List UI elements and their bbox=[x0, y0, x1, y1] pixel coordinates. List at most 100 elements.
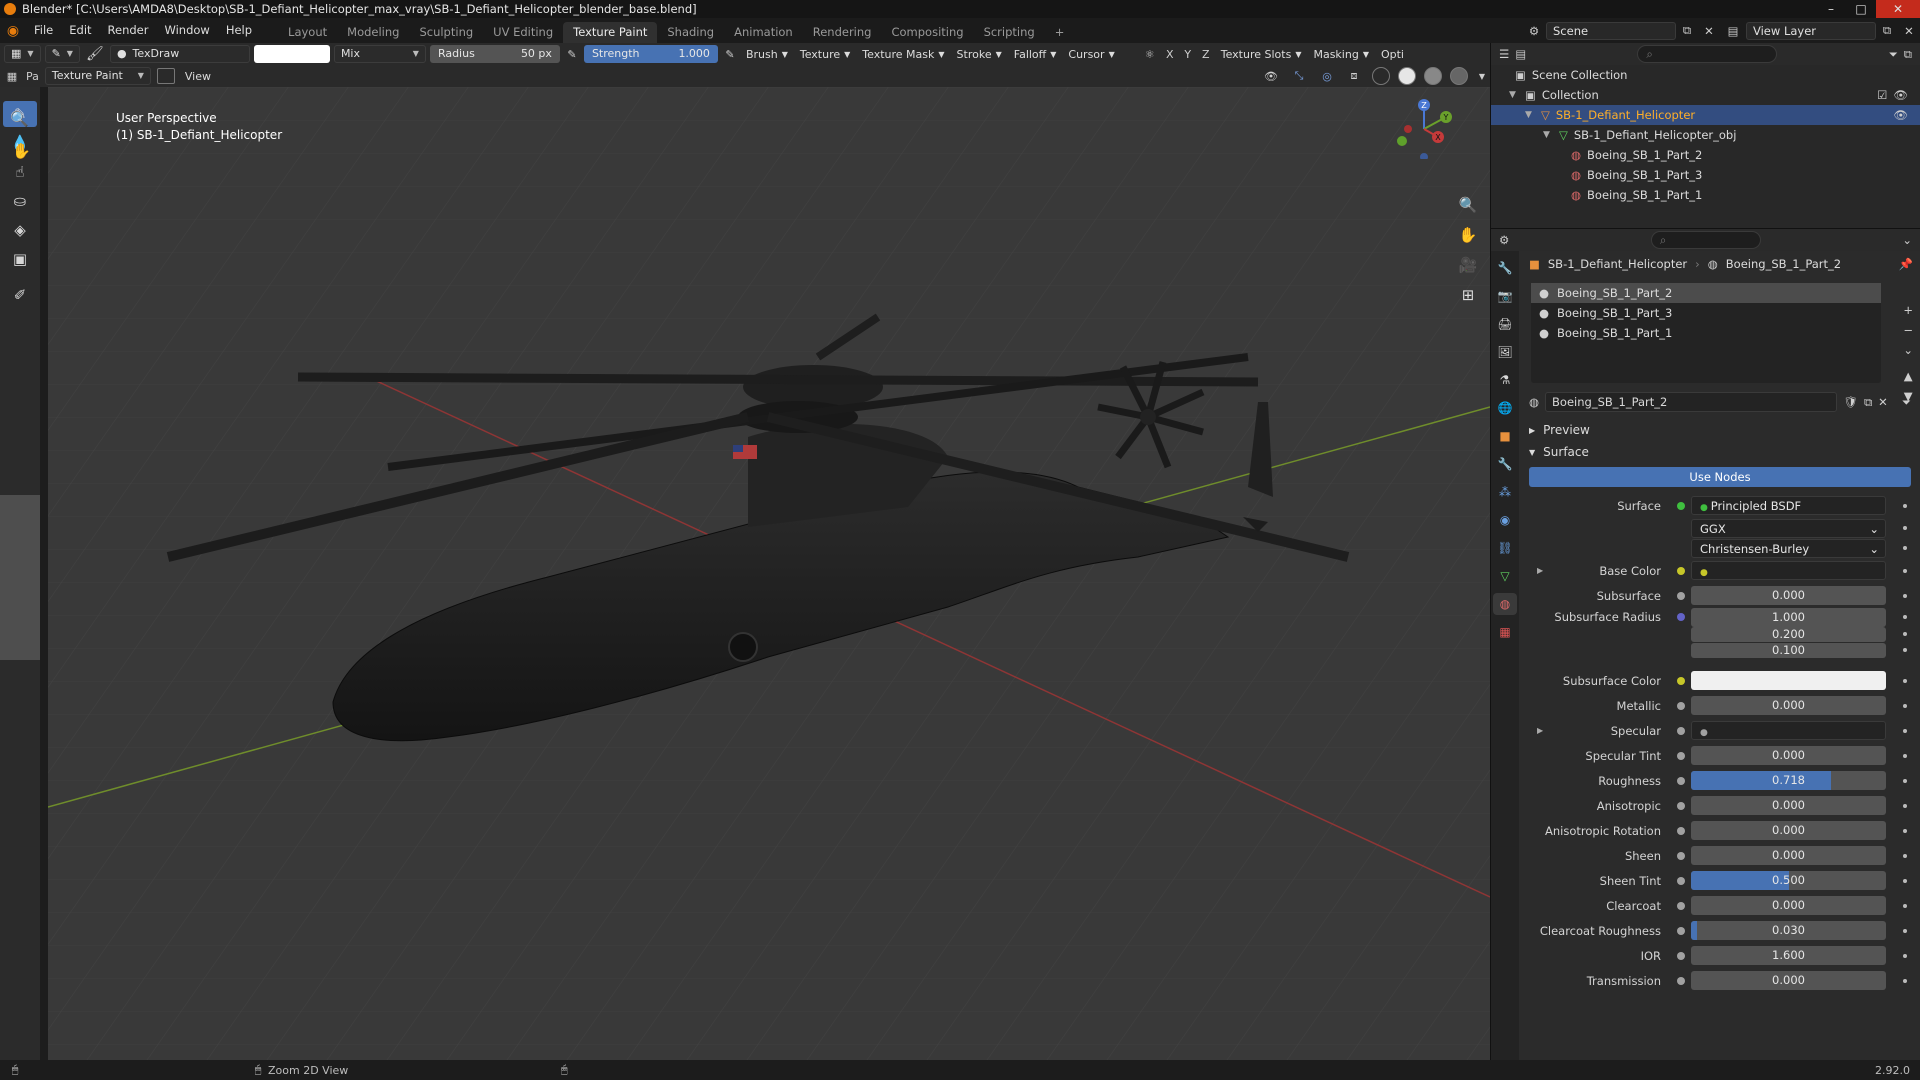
material-browse-icon[interactable]: ◍ bbox=[1529, 395, 1539, 409]
property-value-field[interactable]: 0.000 bbox=[1691, 971, 1886, 990]
socket-icon[interactable] bbox=[1677, 876, 1685, 885]
keyframe-dot-icon[interactable] bbox=[1903, 728, 1907, 733]
eye-icon[interactable]: 👁 bbox=[1893, 108, 1908, 122]
brush-menu[interactable]: Brush ▼ bbox=[742, 48, 792, 61]
stroke-menu[interactable]: Stroke ▼ bbox=[953, 48, 1006, 61]
tab-scripting[interactable]: Scripting bbox=[974, 22, 1045, 43]
property-value-field[interactable]: GGX ⌄ bbox=[1691, 518, 1886, 538]
annotate-tool-icon[interactable]: ✐ bbox=[3, 282, 37, 308]
visibility-icon[interactable]: 👁 bbox=[1260, 70, 1282, 83]
texture-menu[interactable]: Texture ▼ bbox=[796, 48, 854, 61]
rendered-shading-icon[interactable] bbox=[1450, 67, 1468, 85]
blend-mode-dropdown[interactable]: Mix ▼ bbox=[333, 45, 426, 63]
socket-icon[interactable] bbox=[1677, 776, 1685, 785]
expand-arrow-icon[interactable]: ▶ bbox=[1537, 566, 1543, 575]
blender-menu-icon[interactable]: ◉ bbox=[0, 23, 26, 39]
keyframe-dot-icon[interactable] bbox=[1903, 593, 1907, 598]
expand-arrow-icon[interactable]: ▼ bbox=[1525, 110, 1535, 120]
material-name-field[interactable]: Boeing_SB_1_Part_2 bbox=[1545, 392, 1838, 412]
list-item[interactable]: ● Boeing_SB_1_Part_2 bbox=[1531, 283, 1881, 303]
xray-toggle-icon[interactable]: ⧈ bbox=[1344, 69, 1364, 83]
property-value-field[interactable]: Christensen-Burley ⌄ bbox=[1691, 538, 1886, 558]
camera-icon[interactable]: 🎥 bbox=[1456, 253, 1480, 277]
property-value-field[interactable]: 0.718 bbox=[1691, 771, 1886, 790]
scene-icon[interactable]: ⚙ bbox=[1522, 24, 1546, 38]
menu-render[interactable]: Render bbox=[100, 18, 157, 43]
overlays-toggle-icon[interactable]: ◎ bbox=[1316, 70, 1338, 83]
keyframe-dot-icon[interactable] bbox=[1903, 803, 1907, 808]
property-value-field[interactable]: 0.500 bbox=[1691, 871, 1886, 890]
socket-icon[interactable] bbox=[1677, 801, 1685, 810]
tree-scene-collection[interactable]: ▣ Scene Collection bbox=[1491, 65, 1920, 85]
data-tab-icon[interactable]: ▽ bbox=[1493, 565, 1517, 587]
property-value-field[interactable]: ● Boeing_SB_1_Part_2_Reflection.png bbox=[1691, 721, 1886, 740]
3d-viewport[interactable]: User Perspective (1) SB-1_Defiant_Helico… bbox=[48, 87, 1490, 1060]
mirror-z-toggle[interactable]: Z bbox=[1199, 48, 1213, 61]
keyframe-dot-icon[interactable] bbox=[1903, 568, 1907, 573]
strength-field[interactable]: Strength 1.000 bbox=[583, 45, 718, 63]
properties-search[interactable]: ⌕ bbox=[1650, 231, 1761, 249]
render-tab-icon[interactable]: 📷 bbox=[1493, 285, 1517, 307]
property-value-field[interactable]: ● Boeing_SB_1_Part_2_Diffuse.png bbox=[1691, 561, 1886, 580]
new-view-layer-icon[interactable]: ⧉ bbox=[1876, 23, 1898, 38]
tab-animation[interactable]: Animation bbox=[724, 22, 803, 43]
navigation-gizmo[interactable]: Z Y X bbox=[1394, 99, 1454, 159]
physics-tab-icon[interactable]: ◉ bbox=[1493, 509, 1517, 531]
keyframe-dot-icon[interactable] bbox=[1903, 878, 1907, 883]
property-value-field[interactable]: 0.000 bbox=[1691, 896, 1886, 915]
keyframe-dot-icon[interactable] bbox=[1903, 526, 1907, 530]
property-value-field[interactable]: 0.000 bbox=[1691, 746, 1886, 765]
pan-hand-icon[interactable]: ✋ bbox=[1456, 223, 1480, 247]
tab-modeling[interactable]: Modeling bbox=[337, 22, 409, 43]
eye-icon[interactable]: 👁 bbox=[1893, 88, 1908, 102]
unlink-material-icon[interactable]: ✕ bbox=[1878, 395, 1888, 409]
socket-icon[interactable] bbox=[1677, 926, 1685, 935]
modifier-tab-icon[interactable]: 🔧 bbox=[1493, 453, 1517, 475]
checkbox-icon[interactable]: ☑ bbox=[1877, 88, 1887, 102]
remove-slot-icon[interactable]: − bbox=[1903, 323, 1913, 337]
tree-collection[interactable]: ▼ ▣ Collection ☑ 👁 bbox=[1491, 85, 1920, 105]
chevron-down-icon[interactable]: ▼ bbox=[1474, 72, 1490, 81]
falloff-menu[interactable]: Falloff ▼ bbox=[1010, 48, 1061, 61]
chevron-down-icon[interactable]: ⌄ bbox=[1902, 233, 1912, 247]
tab-texture-paint[interactable]: Texture Paint bbox=[563, 22, 658, 43]
keyframe-dot-icon[interactable] bbox=[1903, 632, 1907, 636]
new-collection-icon[interactable]: ⧉ bbox=[1904, 47, 1912, 62]
keyframe-dot-icon[interactable] bbox=[1903, 828, 1907, 833]
property-value-field[interactable]: ● Principled BSDF bbox=[1691, 496, 1886, 515]
tree-material-part3[interactable]: ◍ Boeing_SB_1_Part_3 bbox=[1491, 165, 1920, 185]
keyframe-dot-icon[interactable] bbox=[1903, 853, 1907, 858]
solid-shading-icon[interactable] bbox=[1398, 67, 1416, 85]
zoom-icon[interactable]: 🔍 bbox=[1456, 193, 1480, 217]
expand-arrow-icon[interactable]: ▼ bbox=[1543, 130, 1553, 140]
options-menu[interactable]: Opti bbox=[1377, 48, 1408, 61]
paint-mask-toggle[interactable] bbox=[156, 68, 175, 84]
mask-tool-icon[interactable]: ▣ bbox=[3, 246, 37, 272]
display-mode-icon[interactable]: ▤ bbox=[1515, 47, 1526, 61]
tree-mesh-data[interactable]: ▼ ▽ SB-1_Defiant_Helicopter_obj bbox=[1491, 125, 1920, 145]
fill-tool-icon[interactable]: ◈ bbox=[3, 217, 37, 243]
tab-compositing[interactable]: Compositing bbox=[881, 22, 973, 43]
minimize-button[interactable]: – bbox=[1816, 0, 1846, 18]
object-tab-icon[interactable]: ■ bbox=[1493, 425, 1517, 447]
cursor-menu[interactable]: Cursor ▼ bbox=[1064, 48, 1118, 61]
keyframe-dot-icon[interactable] bbox=[1903, 703, 1907, 708]
close-button[interactable]: ✕ bbox=[1876, 0, 1920, 18]
add-workspace-button[interactable]: + bbox=[1045, 22, 1075, 43]
keyframe-dot-icon[interactable] bbox=[1903, 753, 1907, 758]
duplicate-material-icon[interactable]: ⧉ bbox=[1864, 395, 1872, 410]
filter-icon[interactable]: ⏷ bbox=[1889, 47, 1898, 62]
property-value-field[interactable]: 0.000 bbox=[1691, 696, 1886, 715]
brush-color-swatch[interactable] bbox=[253, 45, 330, 63]
keyframe-dot-icon[interactable] bbox=[1903, 546, 1907, 550]
keyframe-dot-icon[interactable] bbox=[1903, 778, 1907, 783]
property-value-field[interactable]: 0.030 bbox=[1691, 921, 1886, 940]
zoom-nav-icon[interactable]: 🔍 bbox=[10, 110, 29, 128]
keyframe-dot-icon[interactable] bbox=[1903, 648, 1907, 652]
preview-panel-header[interactable]: ▶ Preview bbox=[1519, 419, 1920, 441]
add-slot-icon[interactable]: + bbox=[1903, 303, 1913, 317]
new-scene-icon[interactable]: ⧉ bbox=[1676, 23, 1698, 38]
slot-menu-icon[interactable]: ⌄ bbox=[1903, 343, 1913, 357]
output-tab-icon[interactable]: 🖨 bbox=[1493, 313, 1517, 335]
masking-menu[interactable]: Masking ▼ bbox=[1309, 48, 1373, 61]
